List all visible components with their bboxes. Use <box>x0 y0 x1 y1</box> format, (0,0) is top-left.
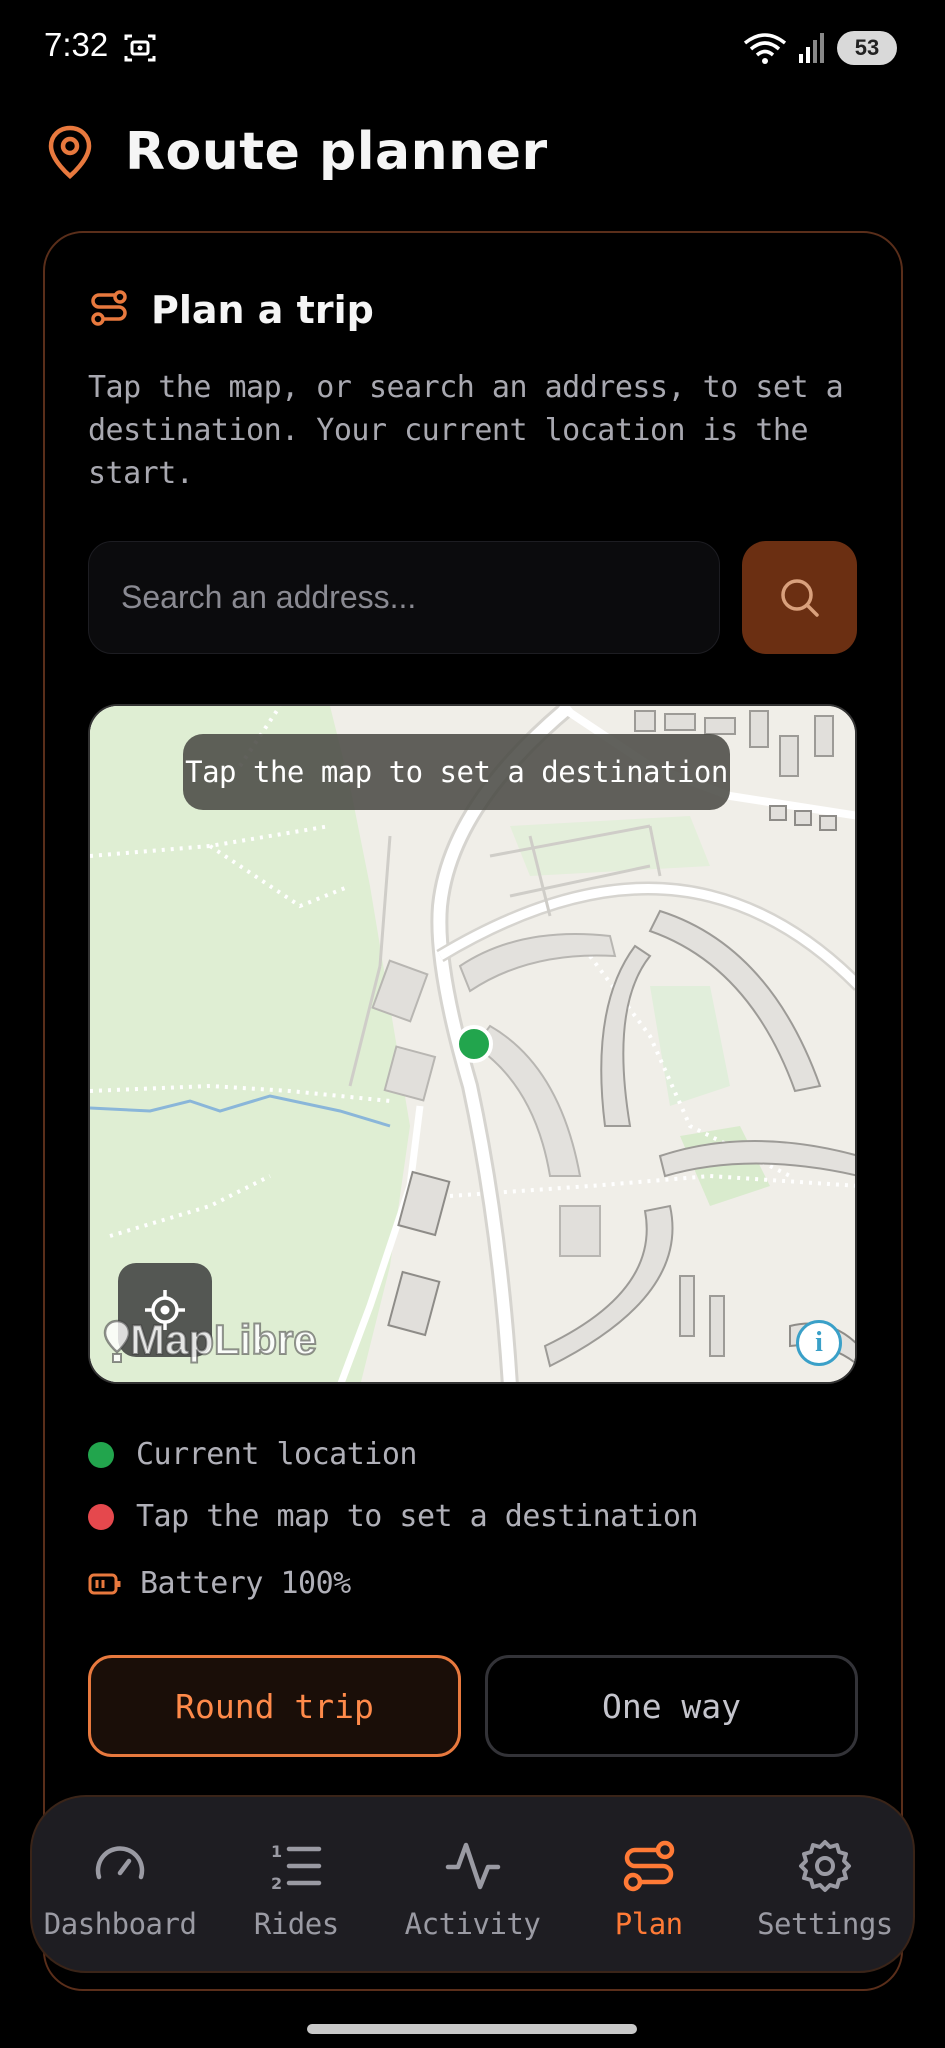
red-dot-icon <box>88 1503 114 1530</box>
card-description: Tap the map, or search an address, to se… <box>88 370 844 491</box>
legend-current-location-label: Current location <box>136 1437 417 1472</box>
page-title: Route planner <box>125 122 548 182</box>
one-way-button[interactable]: One way <box>485 1655 858 1757</box>
svg-text:1: 1 <box>271 1842 282 1861</box>
list-ordered-icon: 1 2 <box>271 1842 322 1893</box>
status-bar: 7:32 53 <box>0 0 945 96</box>
map-pin-icon <box>48 125 92 179</box>
nav-rides-label: Rides <box>253 1907 339 1941</box>
nav-activity-label: Activity <box>404 1907 541 1941</box>
route-icon <box>91 290 127 326</box>
green-dot-icon <box>88 1441 114 1468</box>
svg-text:2: 2 <box>271 1874 282 1893</box>
status-indicators: 53 <box>743 28 897 68</box>
status-time: 7:32 <box>44 26 109 63</box>
maplibre-attribution[interactable]: MapLibre <box>129 1315 318 1364</box>
maplibre-pin-icon <box>103 1319 131 1363</box>
gear-icon <box>798 1840 851 1892</box>
gauge-icon <box>95 1846 145 1880</box>
wifi-icon <box>743 33 787 64</box>
nav-activity[interactable]: Activity <box>384 1797 560 1971</box>
legend-battery-label: Battery 100% <box>140 1566 351 1601</box>
legend-destination: Tap the map to set a destination <box>88 1499 698 1534</box>
round-trip-button[interactable]: Round trip <box>88 1655 461 1757</box>
route-icon <box>623 1840 674 1892</box>
nav-settings-label: Settings <box>757 1907 893 1941</box>
nav-rides[interactable]: 1 2 Rides <box>208 1797 384 1971</box>
screenshot-icon <box>124 34 156 62</box>
legend-battery: Battery 100% <box>88 1566 351 1601</box>
card-title: Plan a trip <box>151 288 374 332</box>
search-input[interactable] <box>88 541 720 654</box>
battery-indicator: 53 <box>837 31 897 65</box>
battery-icon <box>88 1573 121 1594</box>
current-location-marker <box>455 1025 493 1063</box>
nav-plan-label: Plan <box>614 1907 683 1941</box>
map-tooltip: Tap the map to set a destination <box>183 734 730 810</box>
search-button[interactable] <box>742 541 857 654</box>
home-indicator[interactable] <box>307 2024 637 2034</box>
bottom-nav: Dashboard 1 2 Rides Activity Plan Settin… <box>30 1795 915 1973</box>
search-icon <box>780 578 819 617</box>
map-view[interactable]: Tap the map to set a destination MapLibr… <box>88 704 857 1384</box>
activity-icon <box>445 1842 500 1890</box>
map-info-button[interactable]: i <box>796 1320 842 1366</box>
nav-settings[interactable]: Settings <box>737 1797 913 1971</box>
nav-dashboard-label: Dashboard <box>43 1907 197 1941</box>
legend-current-location: Current location <box>88 1437 417 1472</box>
signal-icon <box>799 33 824 63</box>
nav-plan[interactable]: Plan <box>561 1797 737 1971</box>
legend-destination-label: Tap the map to set a destination <box>136 1499 698 1534</box>
nav-dashboard[interactable]: Dashboard <box>32 1797 208 1971</box>
